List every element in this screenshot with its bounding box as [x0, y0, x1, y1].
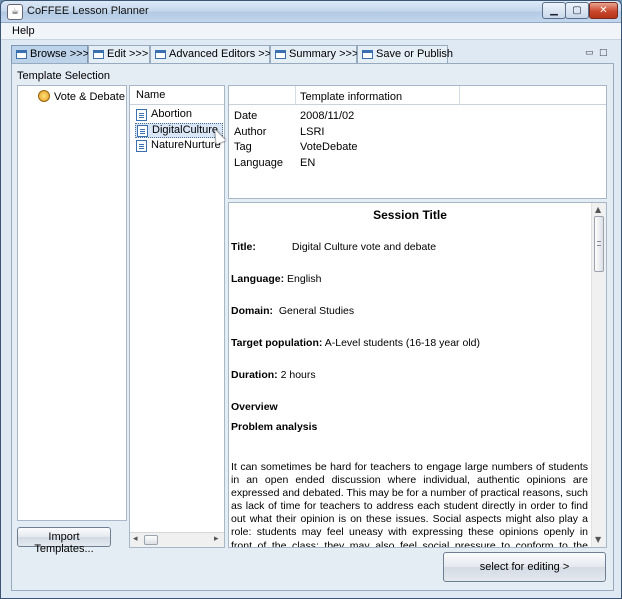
- scroll-down-icon[interactable]: ▼: [595, 535, 601, 544]
- info-value-tag: VoteDebate: [300, 141, 358, 153]
- scroll-thumb[interactable]: [144, 535, 158, 545]
- tab-summary[interactable]: Summary >>>: [270, 45, 359, 63]
- tree-item-label: Vote & Debate: [54, 91, 125, 103]
- document-icon: [137, 125, 148, 137]
- file-item-digitalculture[interactable]: DigitalCulture: [135, 123, 223, 138]
- title-value: Digital Culture vote and debate: [291, 241, 437, 253]
- session-duration-row: Duration: 2 hours: [231, 369, 316, 381]
- tab-label: Browse >>>: [30, 48, 90, 60]
- maximize-button[interactable]: ▢: [565, 2, 589, 19]
- window-icon: [275, 50, 286, 59]
- title-bar[interactable]: ☕ CoFFEE Lesson Planner ▁ ▢ ✕: [1, 1, 621, 23]
- domain-value: General Studies: [278, 305, 355, 317]
- tab-label: Advanced Editors >>>: [169, 48, 278, 60]
- scroll-right-icon[interactable]: ▸: [214, 534, 219, 544]
- tab-advanced-editors[interactable]: Advanced Editors >>>: [150, 45, 278, 63]
- tab-bar: Browse >>> Edit >>> Advanced Editors >>>…: [11, 45, 614, 63]
- tab-save-or-publish[interactable]: Save or Publish: [357, 45, 453, 63]
- session-heading: Session Title: [373, 208, 447, 222]
- file-item-label: Abortion: [151, 108, 192, 120]
- problem-analysis-text: It can sometimes be hard for teachers to…: [231, 461, 589, 548]
- file-item-abortion[interactable]: Abortion: [135, 108, 192, 123]
- info-value-author: LSRI: [300, 126, 325, 138]
- menu-help[interactable]: Help: [12, 25, 35, 37]
- scroll-grip-icon: [597, 241, 601, 246]
- column-divider: [459, 86, 460, 105]
- file-item-label: NatureNurture: [151, 139, 221, 151]
- template-tree: Vote & Debate: [17, 85, 127, 521]
- vertical-scrollbar[interactable]: ▲ ▼: [591, 203, 606, 547]
- document-icon: [136, 109, 147, 121]
- template-info-title: Template information: [300, 91, 403, 103]
- overview-heading: Overview: [231, 401, 278, 413]
- minimize-button[interactable]: ▁: [542, 2, 566, 19]
- domain-label: Domain:: [231, 305, 273, 317]
- duration-value: 2 hours: [280, 369, 316, 381]
- document-icon: [136, 140, 147, 152]
- overview-label: Overview: [231, 401, 278, 413]
- horizontal-scrollbar[interactable]: ◂ ▸: [130, 532, 224, 547]
- language-label: Language:: [231, 273, 285, 285]
- problem-analysis-label: Problem analysis: [231, 421, 318, 433]
- import-templates-button[interactable]: Import Templates...: [17, 527, 111, 555]
- tab-browse[interactable]: Browse >>>: [11, 45, 90, 63]
- vote-debate-icon: [38, 90, 50, 102]
- window-title: CoFFEE Lesson Planner: [27, 5, 149, 17]
- language-value: English: [287, 273, 322, 285]
- target-label: Target population:: [231, 337, 323, 349]
- session-target-row: Target population: A-Level students (16-…: [231, 337, 480, 349]
- tree-item-vote-debate[interactable]: Vote & Debate: [38, 90, 125, 103]
- template-selection-label: Template Selection: [17, 70, 110, 82]
- info-value-language: EN: [300, 157, 316, 169]
- window-icon: [362, 50, 373, 59]
- file-item-label: DigitalCulture: [152, 124, 219, 136]
- name-column-header[interactable]: Name: [130, 86, 224, 105]
- session-language-row: Language: English: [231, 273, 321, 285]
- target-value: A-Level students (16-18 year old): [324, 337, 480, 349]
- info-value-date: 2008/11/02: [300, 110, 355, 122]
- tab-edit[interactable]: Edit >>>: [88, 45, 150, 63]
- problem-analysis-heading: Problem analysis: [231, 421, 317, 433]
- close-button[interactable]: ✕: [589, 2, 618, 19]
- duration-label: Duration:: [231, 369, 278, 381]
- info-label-date: Date: [234, 110, 258, 122]
- session-preview[interactable]: Session Title Title: Digital Culture vote…: [228, 202, 607, 548]
- window-icon: [155, 50, 166, 59]
- session-title-row: Title: Digital Culture vote and debate: [231, 241, 436, 253]
- coffee-app-icon: ☕: [7, 4, 23, 20]
- column-divider: [295, 86, 296, 105]
- info-label-author: Author: [234, 126, 267, 138]
- info-label-language: Language: [234, 157, 283, 169]
- template-info-panel: Template information Date 2008/11/02 Aut…: [228, 85, 607, 199]
- select-for-editing-button[interactable]: select for editing >: [443, 552, 606, 582]
- tab-label: Edit >>>: [107, 48, 149, 60]
- title-label: Title:: [231, 241, 256, 253]
- window-icon: [16, 50, 27, 59]
- file-item-naturenurture[interactable]: NatureNurture: [135, 139, 221, 154]
- view-maximize-icon[interactable]: □: [599, 48, 608, 58]
- app-window: ☕ CoFFEE Lesson Planner ▁ ▢ ✕ Help Brows…: [0, 0, 622, 599]
- menu-bar: Help: [1, 23, 621, 40]
- session-domain-row: Domain: General Studies: [231, 305, 354, 317]
- info-label-tag: Tag: [234, 141, 252, 153]
- template-info-header: Template information: [229, 86, 606, 105]
- template-file-list: Name Abortion DigitalCulture NatureNurtu…: [129, 85, 225, 548]
- scroll-up-icon[interactable]: ▲: [595, 205, 601, 214]
- tab-label: Save or Publish: [376, 48, 454, 60]
- tab-label: Summary >>>: [289, 48, 359, 60]
- scroll-thumb[interactable]: [594, 216, 604, 272]
- window-icon: [93, 50, 104, 59]
- view-minimize-icon[interactable]: ▭: [585, 48, 594, 58]
- scroll-left-icon[interactable]: ◂: [133, 534, 138, 544]
